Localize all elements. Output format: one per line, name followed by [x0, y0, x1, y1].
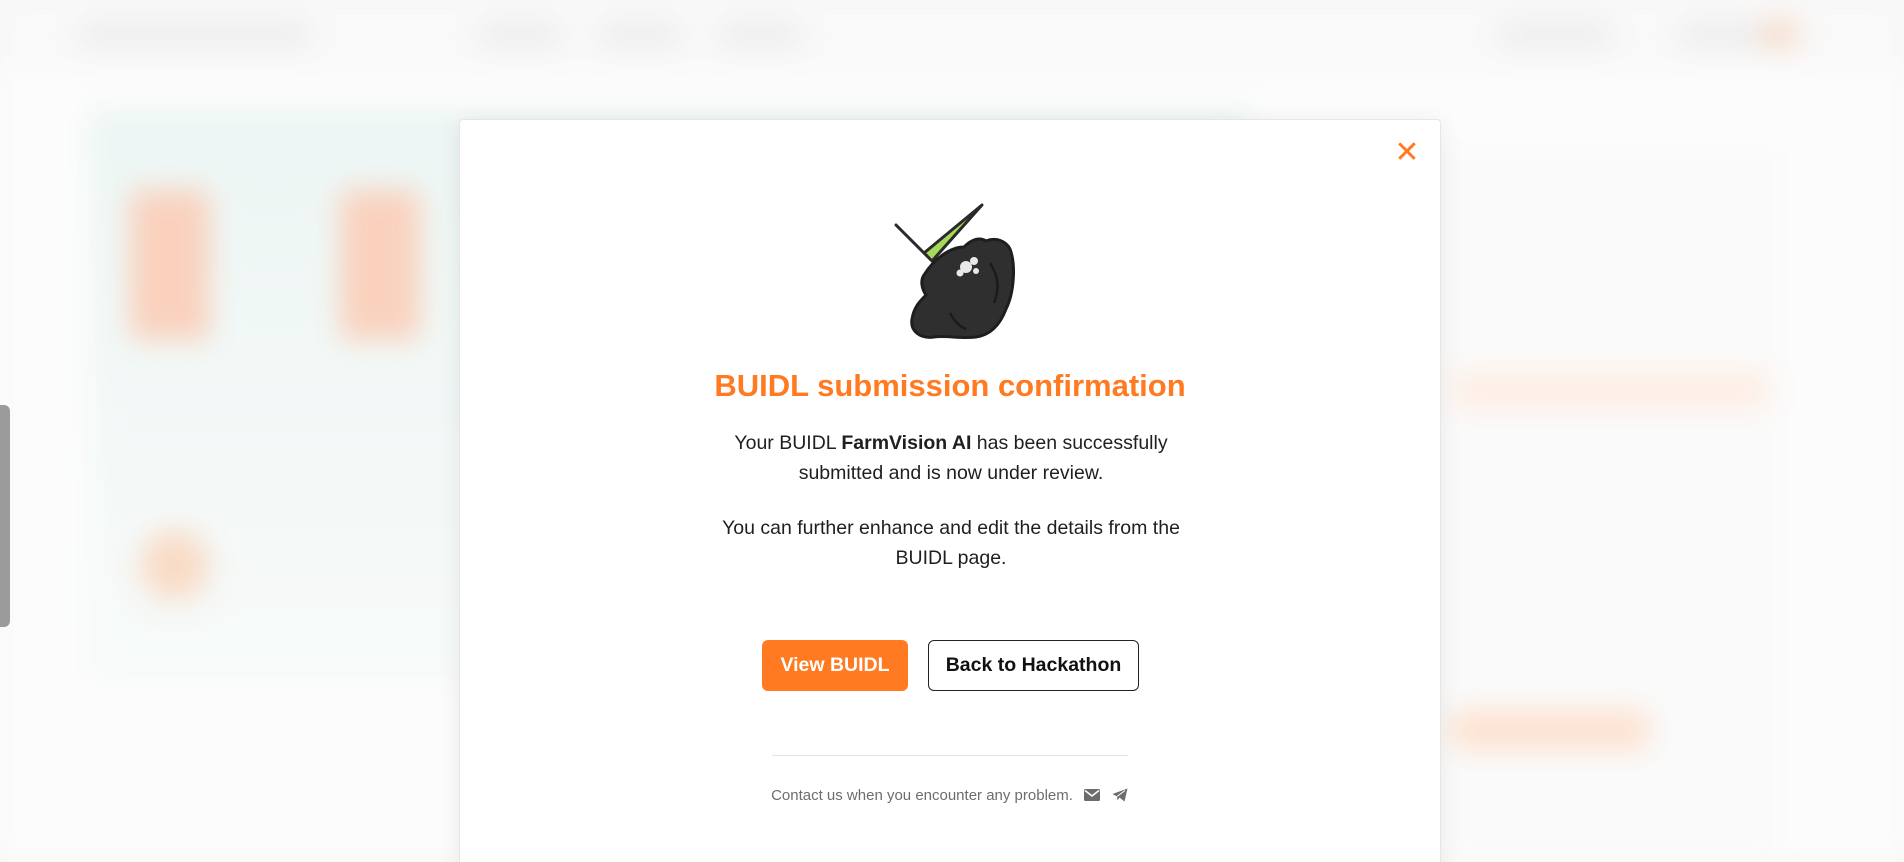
back-to-hackathon-button[interactable]: Back to Hackathon [928, 640, 1139, 691]
telegram-icon[interactable] [1111, 786, 1129, 804]
view-buidl-button[interactable]: View BUIDL [762, 640, 908, 691]
submission-confirmation-modal: ✕ BUIDL submission confirmation Your BUI… [459, 119, 1441, 862]
edit-hint-message: You can further enhance and edit the det… [722, 517, 1180, 569]
footer-divider [772, 755, 1128, 756]
mail-icon[interactable] [1083, 786, 1101, 804]
cat-checkmark-illustration [894, 203, 1015, 340]
close-icon[interactable]: ✕ [1394, 138, 1420, 168]
submission-message: Your BUIDL FarmVision AI has been succes… [734, 432, 1168, 484]
contact-text: Contact us when you encounter any proble… [771, 786, 1073, 804]
modal-title: BUIDL submission confirmation [714, 368, 1186, 403]
contact-footer: Contact us when you encounter any proble… [460, 786, 1440, 804]
project-name: FarmVision AI [841, 432, 972, 454]
